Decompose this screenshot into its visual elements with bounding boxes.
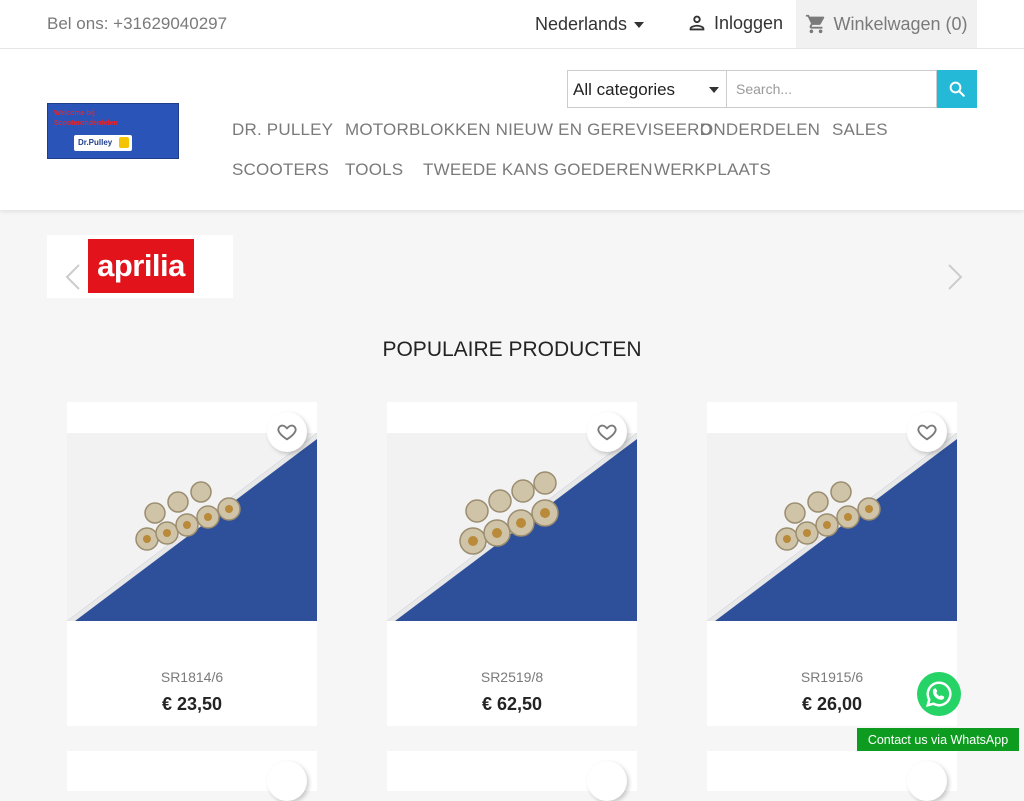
cart-label: Winkelwagen (0) [833,13,968,34]
product-card[interactable] [387,751,637,801]
logo-badge: Dr.Pulley [74,135,132,151]
phone-number: Bel ons: +31629040297 [47,14,228,33]
section-title: POPULAIRE PRODUCTEN [382,338,642,361]
heart-icon [597,424,617,441]
main-header: Welcome bij Scooteronderdelen Dr.Pulley … [0,49,1024,210]
product-image[interactable] [707,433,957,621]
top-bar: Bel ons: +31629040297 Nederlands Inlogge… [0,0,1024,49]
nav-item-scooters[interactable]: SCOOTERS [232,160,329,180]
user-icon [689,15,705,31]
logo-badge-text: Dr.Pulley [78,138,113,147]
product-card[interactable]: SR2519/8 € 62,50 [387,402,637,726]
logo-line-1: Welcome bij [54,110,95,117]
product-reference[interactable]: SR1814/6 [67,669,317,685]
nav-item-tools[interactable]: TOOLS [345,160,403,180]
heart-icon [277,424,297,441]
nav-item-motorblokken[interactable]: MOTORBLOKKEN NIEUW EN GEREVISEERD [345,120,712,140]
chevron-left-icon[interactable] [62,262,84,292]
nav-item-dr-pulley[interactable]: DR. PULLEY [232,120,333,140]
search-icon [949,81,965,97]
product-price: € 23,50 [161,694,223,714]
nav-item-tweede-kans[interactable]: TWEEDE KANS GOEDEREN [423,160,653,180]
cart-icon [806,14,825,34]
nav-item-sales[interactable]: SALES [832,120,888,140]
product-reference[interactable]: SR2519/8 [387,669,637,685]
nav-item-werkplaats[interactable]: WERKPLAATS [654,160,771,180]
language-selector[interactable]: Nederlands [535,14,645,35]
whatsapp-button[interactable] [917,672,961,716]
product-card[interactable]: SR1915/6 € 26,00 [707,402,957,726]
wishlist-button[interactable] [267,761,307,801]
wishlist-button[interactable] [587,412,627,452]
category-select[interactable]: All categories [567,70,727,108]
chevron-right-icon[interactable] [944,262,966,292]
wishlist-button[interactable] [907,412,947,452]
language-label: Nederlands [535,14,628,34]
product-card[interactable] [67,751,317,801]
whatsapp-icon [925,681,952,708]
cart-button[interactable]: Winkelwagen (0) [796,0,977,48]
login-link[interactable]: Inloggen [686,12,783,34]
product-image[interactable] [387,433,637,621]
nav-item-onderdelen[interactable]: ONDERDELEN [700,120,820,140]
heart-icon [917,424,937,441]
search-input[interactable] [727,70,937,108]
chevron-down-icon [709,87,719,93]
search-button[interactable] [937,70,977,108]
logo-mascot-icon [119,137,129,148]
product-card[interactable] [707,751,957,801]
category-select-value: All categories [573,80,676,99]
wishlist-button[interactable] [267,412,307,452]
product-price: € 62,50 [481,694,543,714]
chevron-down-icon [634,21,645,28]
logo-line-2: Scooteronderdelen [54,120,118,127]
aprilia-logo: aprilia [88,239,194,293]
login-label: Inloggen [714,12,784,33]
wishlist-button[interactable] [907,761,947,801]
product-card[interactable]: SR1814/6 € 23,50 [67,402,317,726]
product-image[interactable] [67,433,317,621]
whatsapp-contact-link[interactable]: Contact us via WhatsApp [857,728,1019,751]
site-logo[interactable]: Welcome bij Scooteronderdelen Dr.Pulley [47,103,179,159]
wishlist-button[interactable] [587,761,627,801]
